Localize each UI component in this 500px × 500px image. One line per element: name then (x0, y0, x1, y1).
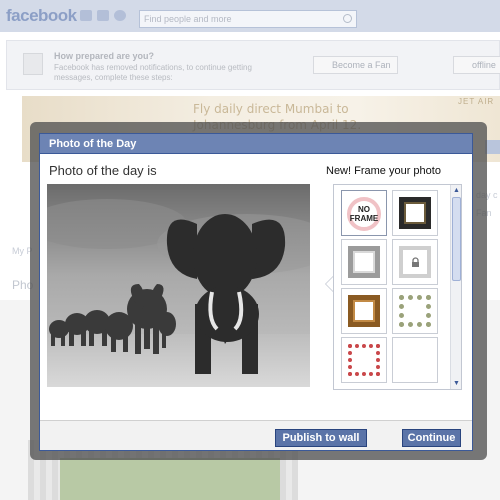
frame-preview (399, 197, 431, 229)
frame-option-black[interactable] (392, 190, 438, 236)
lock-icon (412, 257, 419, 267)
search-icon (343, 14, 352, 23)
notice-bar: How prepared are you? Facebook has remov… (6, 40, 500, 90)
notice-title: How prepared are you? (54, 51, 155, 61)
frame-preview (348, 246, 380, 278)
frame-option-locked[interactable] (392, 239, 438, 285)
dialog-footer: Publish to wall Continue (40, 420, 472, 450)
friends-icon (80, 10, 92, 21)
publish-to-wall-button[interactable]: Publish to wall (275, 429, 367, 447)
offline-step[interactable]: offline (453, 56, 500, 74)
top-bar: facebook Find people and more (0, 0, 500, 32)
frame-option-floral[interactable] (392, 288, 438, 334)
search-input[interactable]: Find people and more (139, 10, 357, 28)
background-photo (60, 458, 280, 500)
facebook-logo: facebook (6, 6, 77, 25)
frame-option-none[interactable]: NO FRAME (341, 190, 387, 236)
photo-of-day-dialog: Photo of the Day Photo of the day is New… (39, 133, 473, 451)
continue-button[interactable]: Continue (402, 429, 461, 447)
ad-button[interactable] (485, 140, 500, 154)
frame-option-wood[interactable] (341, 288, 387, 334)
elephant-photo (47, 184, 310, 387)
frame-scrollbar[interactable]: ▲ ▼ (450, 185, 461, 389)
frame-preview (399, 295, 431, 327)
scroll-down-icon[interactable]: ▼ (452, 379, 461, 388)
frame-option-silver[interactable] (341, 239, 387, 285)
panel-pointer (325, 276, 333, 292)
scroll-up-icon[interactable]: ▲ (452, 186, 461, 195)
messages-icon (97, 10, 109, 21)
become-fan-step[interactable]: Become a Fan (313, 56, 398, 74)
photo-heading: Photo of the day is (49, 163, 157, 178)
scroll-thumb[interactable] (452, 197, 461, 281)
notice-icon (23, 53, 43, 75)
frame-picker: NO FRAME ▲ ▼ (333, 184, 462, 390)
dialog-title: Photo of the Day (40, 134, 472, 154)
notice-text: Facebook has removed notifications, to c… (54, 63, 252, 82)
search-placeholder: Find people and more (144, 14, 232, 24)
frame-preview (348, 344, 380, 376)
frame-heading: New! Frame your photo (326, 165, 441, 177)
no-frame-badge: NO FRAME (347, 197, 381, 231)
frame-option-empty[interactable] (392, 337, 438, 383)
frame-preview (348, 295, 380, 327)
ad-brand: JET AIR (458, 97, 495, 106)
frame-option-red[interactable] (341, 337, 387, 383)
notifications-icon (114, 10, 126, 21)
